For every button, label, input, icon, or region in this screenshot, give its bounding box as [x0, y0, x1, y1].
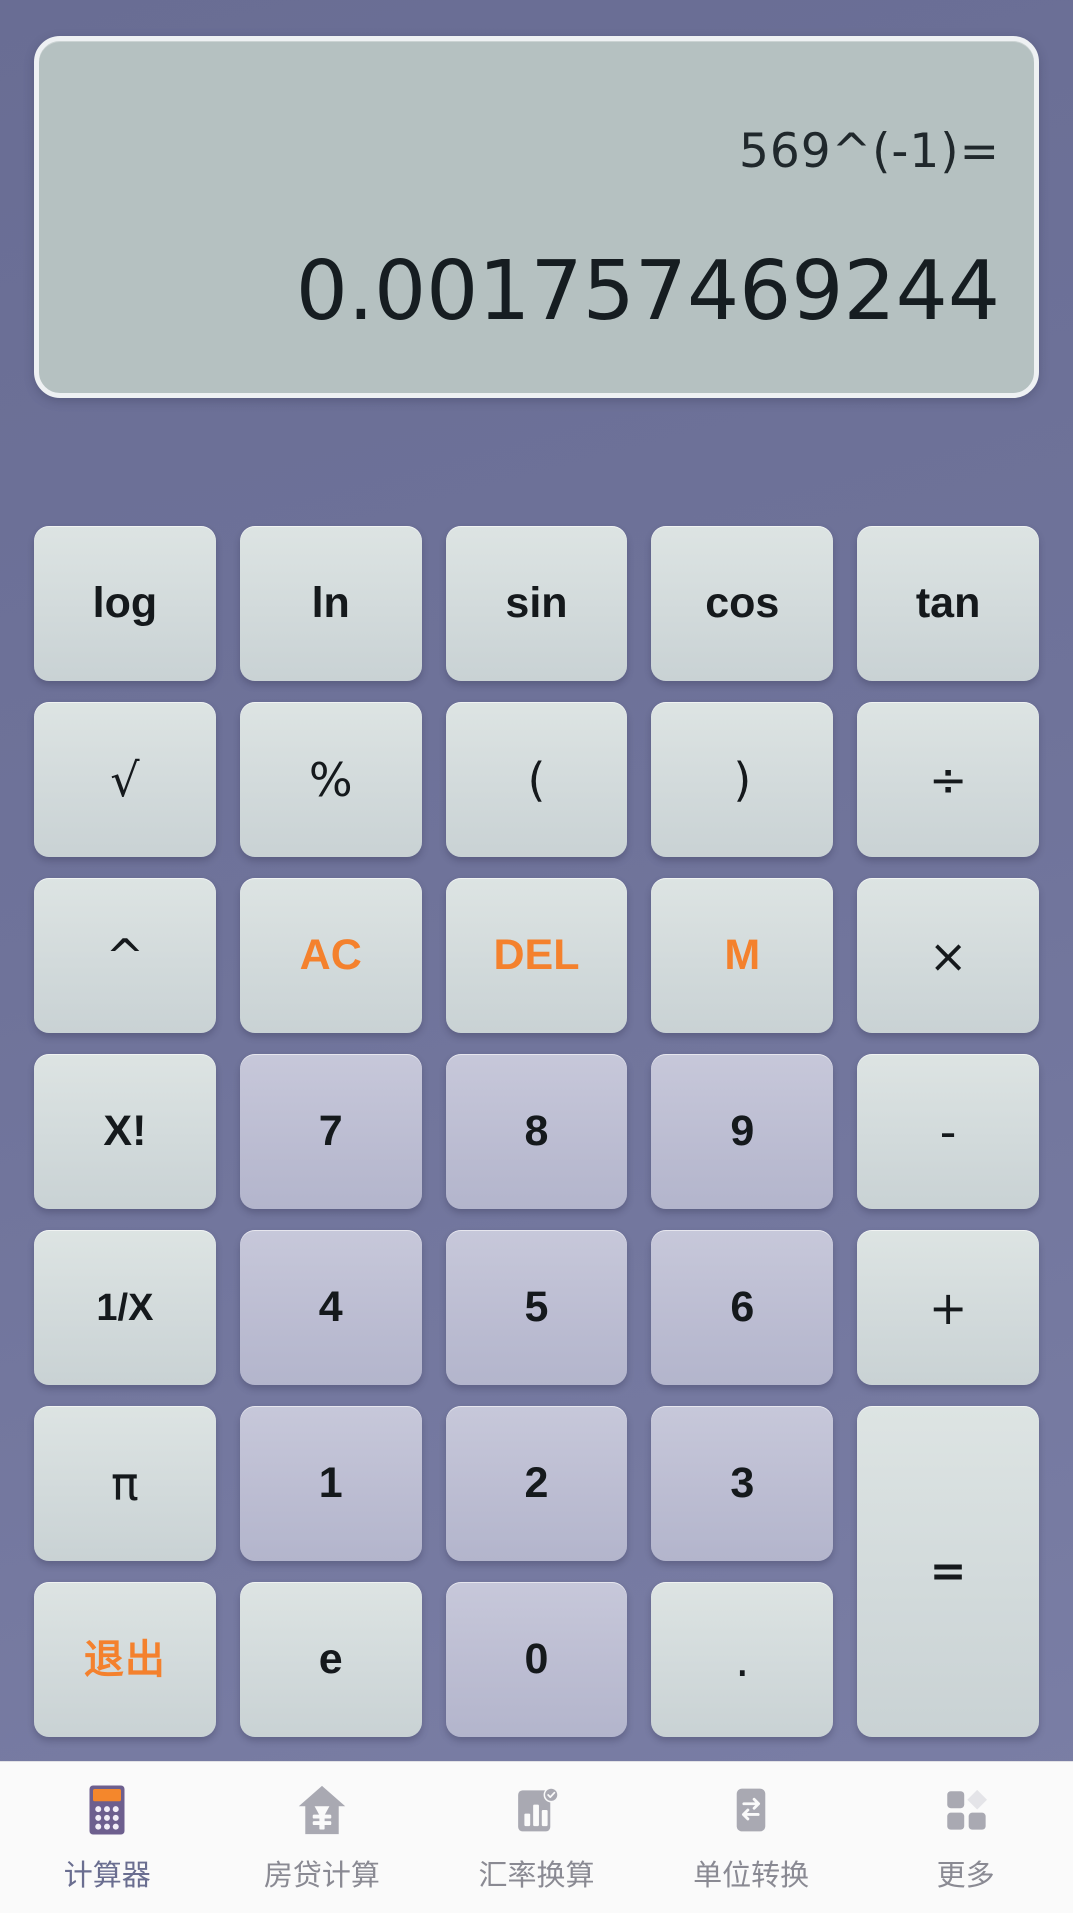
key-label: 退出 — [83, 1637, 166, 1682]
nav-mortgage[interactable]: 房贷计算 — [215, 1781, 430, 1894]
nav-exchange-rate[interactable]: 汇率换算 — [429, 1781, 644, 1894]
key-1[interactable]: 1 — [239, 1406, 422, 1561]
key-minus[interactable]: - — [857, 1054, 1039, 1209]
key-sqrt[interactable]: √ — [34, 702, 216, 857]
bottom-navigation: 计算器 房贷计算 汇率换算 单位转换 更多 — [0, 1761, 1073, 1913]
key-label: cos — [705, 579, 780, 627]
grid-more-icon — [937, 1781, 995, 1839]
house-yen-icon — [293, 1781, 351, 1839]
key-tan[interactable]: tan — [857, 526, 1039, 681]
calculator-display[interactable]: 569^(-1)= 0.001757469244 — [34, 36, 1039, 398]
key-label: 0 — [524, 1635, 549, 1683]
key-label: X! — [103, 1107, 147, 1155]
key-equals[interactable]: = — [857, 1406, 1039, 1737]
key-memory[interactable]: M — [651, 878, 834, 1033]
key-4[interactable]: 4 — [239, 1230, 422, 1385]
key-delete[interactable]: DEL — [445, 878, 628, 1033]
key-9[interactable]: 9 — [651, 1054, 834, 1209]
keypad: log ln sin cos tan √% () ÷ ^ AC DEL M × X! 7 8 9 - 1/X 4 5 6 +… — [0, 398, 1073, 1761]
key-label: 1 — [318, 1459, 343, 1507]
swap-arrows-icon — [722, 1781, 780, 1839]
key-sin[interactable]: sin — [445, 526, 628, 681]
key-label: DEL — [493, 931, 580, 979]
key-label: 6 — [730, 1283, 755, 1331]
key-2[interactable]: 2 — [445, 1406, 628, 1561]
key-label: √ — [110, 752, 140, 807]
key-label: ^ — [105, 928, 145, 983]
key-0[interactable]: 0 — [445, 1582, 628, 1737]
nav-item-label: 单位转换 — [693, 1858, 810, 1892]
key-label: ) — [733, 752, 752, 807]
key-label: % — [308, 752, 353, 807]
key-label: 3 — [730, 1459, 755, 1507]
key-label: 2 — [524, 1459, 549, 1507]
key-6[interactable]: 6 — [651, 1230, 834, 1385]
nav-calculator[interactable]: 计算器 — [0, 1781, 215, 1894]
key-label: ( — [527, 752, 546, 807]
key-power[interactable]: ^ — [34, 878, 216, 1033]
key-label: 5 — [524, 1283, 549, 1331]
key-label: log — [92, 579, 158, 627]
key-e[interactable]: e — [239, 1582, 422, 1737]
key-label: ln — [311, 579, 350, 627]
nav-item-label: 房贷计算 — [263, 1858, 380, 1892]
nav-more[interactable]: 更多 — [858, 1781, 1073, 1894]
key-3[interactable]: 3 — [651, 1406, 834, 1561]
key-all-clear[interactable]: AC — [239, 878, 422, 1033]
key-label: 7 — [318, 1107, 343, 1155]
key-label: AC — [299, 931, 362, 979]
key-label: 1/X — [96, 1286, 154, 1329]
display-container: 569^(-1)= 0.001757469244 — [0, 0, 1073, 398]
key-label: 8 — [524, 1107, 549, 1155]
key-multiply[interactable]: × — [857, 878, 1039, 1033]
key-log[interactable]: log — [34, 526, 216, 681]
key-label: ÷ — [928, 752, 968, 807]
key-label: . — [734, 1632, 750, 1687]
key-label: sin — [505, 579, 568, 627]
key-paren-close[interactable]: ) — [651, 702, 834, 857]
key-label: 4 — [318, 1283, 343, 1331]
result-text: 0.001757469244 — [295, 244, 1000, 339]
key-label: = — [929, 1545, 967, 1597]
key-label: - — [939, 1104, 957, 1159]
key-percent[interactable]: % — [239, 702, 422, 857]
key-7[interactable]: 7 — [239, 1054, 422, 1209]
key-8[interactable]: 8 — [445, 1054, 628, 1209]
nav-item-label: 更多 — [936, 1858, 995, 1892]
key-label: 9 — [730, 1107, 755, 1155]
key-label: M — [724, 931, 761, 979]
key-label: e — [318, 1635, 343, 1683]
nav-unit-conversion[interactable]: 单位转换 — [644, 1781, 859, 1894]
key-reciprocal[interactable]: 1/X — [34, 1230, 216, 1385]
key-5[interactable]: 5 — [445, 1230, 628, 1385]
key-ln[interactable]: ln — [239, 526, 422, 681]
expression-text: 569^(-1)= — [738, 124, 1000, 179]
key-decimal[interactable]: . — [651, 1582, 834, 1737]
calculator-app: 569^(-1)= 0.001757469244 log ln sin cos tan √… — [0, 0, 1073, 1913]
key-divide[interactable]: ÷ — [857, 702, 1039, 857]
key-label: tan — [915, 579, 981, 627]
key-label: + — [928, 1280, 968, 1335]
key-plus[interactable]: + — [857, 1230, 1039, 1385]
key-factorial[interactable]: X! — [34, 1054, 216, 1209]
key-paren-open[interactable]: ( — [445, 702, 628, 857]
nav-item-label: 汇率换算 — [478, 1858, 595, 1892]
key-exit[interactable]: 退出 — [34, 1582, 216, 1737]
key-cos[interactable]: cos — [651, 526, 834, 681]
nav-item-label: 计算器 — [63, 1858, 151, 1892]
key-pi[interactable]: π — [34, 1406, 216, 1561]
key-label: π — [111, 1456, 139, 1511]
calculator-icon — [78, 1781, 136, 1839]
key-label: × — [928, 928, 968, 983]
bar-chart-icon — [507, 1781, 565, 1839]
